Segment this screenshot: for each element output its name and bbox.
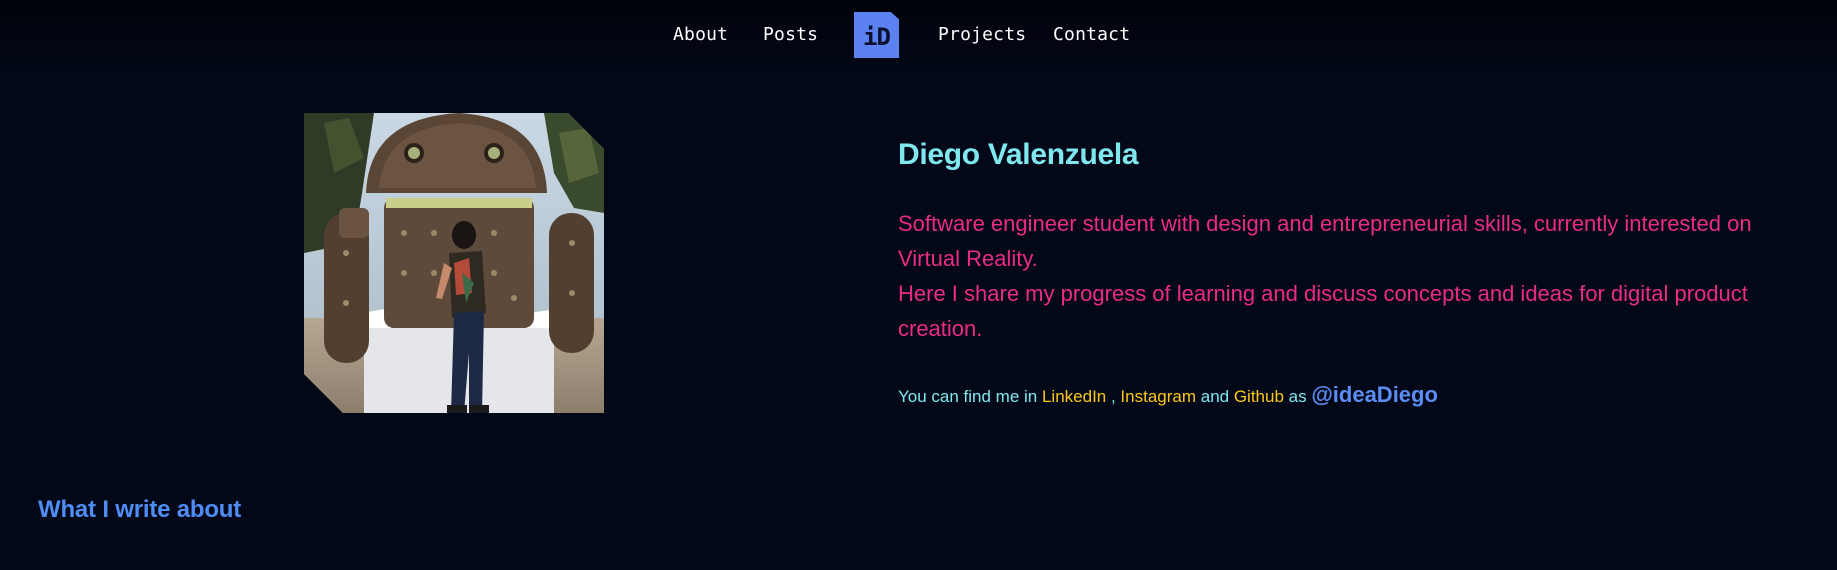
instagram-link[interactable]: Instagram — [1120, 387, 1196, 406]
social-links-line: You can find me in LinkedIn , Instagram … — [898, 382, 1438, 408]
nav-link-contact[interactable]: Contact — [1053, 24, 1130, 45]
as-separator: as — [1283, 387, 1312, 406]
id-logo-icon[interactable]: iD — [854, 12, 899, 58]
profile-name: Diego Valenzuela — [898, 138, 1139, 171]
profile-photo — [304, 113, 604, 413]
nav-link-about[interactable]: About — [673, 24, 728, 45]
and-separator: and — [1196, 387, 1234, 406]
github-link[interactable]: Github — [1234, 387, 1284, 406]
nav-link-posts[interactable]: Posts — [763, 24, 818, 45]
logo-text: iD — [863, 22, 891, 51]
comma-separator: , — [1106, 387, 1121, 406]
linkedin-link[interactable]: LinkedIn — [1042, 387, 1106, 406]
social-handle: @ideaDiego — [1311, 382, 1438, 407]
section-title-what-i-write-about: What I write about — [38, 496, 242, 523]
nav-link-projects[interactable]: Projects — [938, 24, 1026, 45]
find-prefix: You can find me in — [898, 387, 1042, 406]
bio-paragraph-2: Here I share my progress of learning and… — [898, 281, 1748, 341]
bio-paragraph-1: Software engineer student with design an… — [898, 211, 1752, 271]
profile-bio: Software engineer student with design an… — [898, 206, 1798, 346]
profile-photo-illustration — [304, 113, 604, 413]
top-navigation: About Posts iD Projects Contact — [0, 0, 1837, 72]
